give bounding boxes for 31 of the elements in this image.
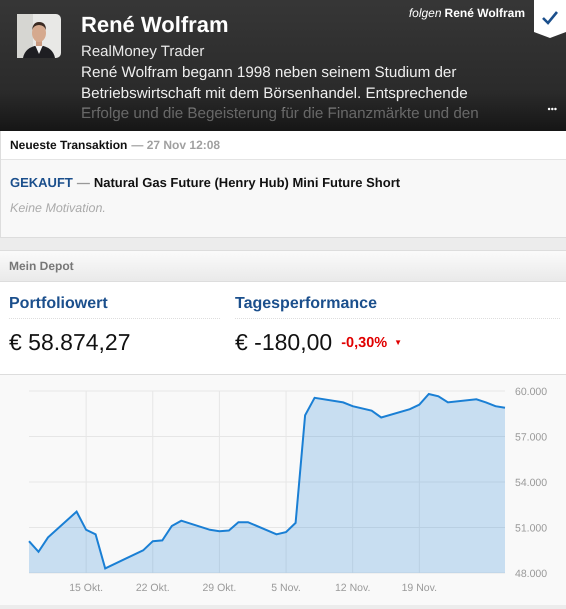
follow-flag[interactable] — [534, 0, 566, 38]
x-axis-label: 19 Nov. — [402, 582, 438, 594]
stat-value: € -180,00 — [235, 329, 332, 356]
follow-name: René Wolfram — [444, 6, 525, 20]
profile-role: RealMoney Trader — [81, 43, 204, 61]
profile-name: René Wolfram — [81, 12, 229, 38]
section-title: Mein Depot — [9, 259, 74, 273]
stat-value: € 58.874,27 — [9, 329, 131, 356]
stat-label: Tagesperformance — [235, 295, 560, 319]
follow-label: folgen — [408, 6, 442, 20]
x-axis-label: 15 Okt. — [69, 582, 104, 594]
dash-separator: — — [76, 175, 90, 190]
transaction-time: — 27 Nov 12:08 — [131, 138, 220, 152]
x-axis-label: 5 Nov. — [271, 582, 301, 594]
y-axis-label: 54.000 — [515, 477, 548, 489]
down-arrow-icon: ▼ — [394, 338, 402, 347]
percent-change: -0,30% — [341, 334, 388, 350]
y-axis-label: 51.000 — [515, 522, 548, 534]
stat-label: Portfoliowert — [9, 295, 220, 319]
y-axis-label: 57.000 — [515, 432, 548, 444]
section-title: Neueste Transaktion — [10, 138, 128, 152]
transaction-type: GEKAUFT — [10, 175, 73, 190]
more-button[interactable]: ••• — [548, 104, 557, 114]
motivation-text: Keine Motivation. — [10, 201, 107, 215]
x-axis-label: 12 Nov. — [334, 582, 370, 594]
x-axis-label: 29 Okt. — [202, 582, 236, 594]
x-axis-label: 22 Okt. — [136, 582, 170, 594]
instrument-name: Natural Gas Future (Henry Hub) Mini Future Short — [94, 175, 400, 190]
profile-bio: René Wolfram begann 1998 neben seinem Studium der Betriebswirtschaft mit dem Börsenhandel. Entsprechende Erfolge und die Begeisterung für die Finanzmärkte und den — [81, 63, 480, 124]
y-axis-label: 60.000 — [515, 386, 548, 398]
y-axis-label: 48.000 — [515, 568, 548, 580]
